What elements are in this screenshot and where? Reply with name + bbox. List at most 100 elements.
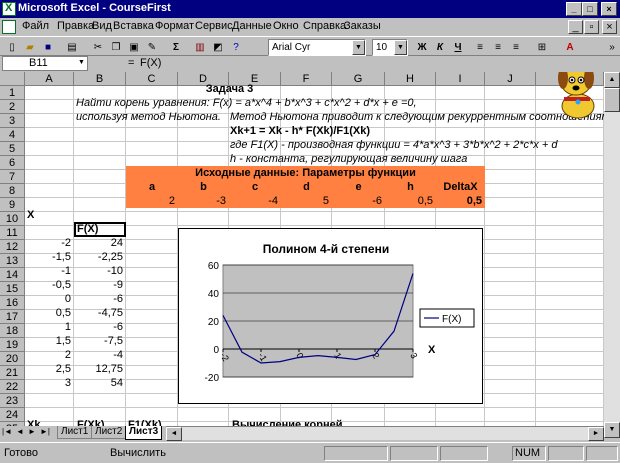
row-header[interactable]: 3 <box>0 114 25 128</box>
chart-area[interactable]: Полином 4-й степени 60 40 20 0 -20 -2 -1 0 1 2 3 F(X… <box>178 228 483 404</box>
row-header[interactable]: 8 <box>0 184 25 198</box>
autosum-button[interactable]: Σ <box>168 40 184 55</box>
row-header[interactable]: 5 <box>0 142 25 156</box>
param-value[interactable]: 5 <box>281 194 329 208</box>
row-header[interactable]: 23 <box>0 394 25 408</box>
maximize-button[interactable]: □ <box>582 2 598 16</box>
x-value-cell[interactable]: 3 <box>25 376 71 390</box>
column-header[interactable]: B <box>74 72 126 86</box>
close-button[interactable]: × <box>601 2 617 16</box>
x-value-cell[interactable]: 2,5 <box>25 362 71 376</box>
row-header[interactable]: 19 <box>0 338 25 352</box>
param-value[interactable]: 0,5 <box>436 194 482 208</box>
x-value-cell[interactable]: -1 <box>25 264 71 278</box>
drawing-icon[interactable]: ◩ <box>210 40 226 55</box>
column-header[interactable]: I <box>436 72 485 86</box>
x-value-cell[interactable]: 2 <box>25 348 71 362</box>
font-select[interactable]: Arial Cyr ▼ <box>268 39 366 56</box>
row-header[interactable]: 16 <box>0 296 25 310</box>
x-value-cell[interactable]: -1,5 <box>25 250 71 264</box>
column-header[interactable]: C <box>126 72 178 86</box>
bold-button[interactable]: Ж <box>414 40 430 55</box>
equals-sign[interactable]: = <box>128 57 134 69</box>
fx-value-cell[interactable]: 12,75 <box>74 362 123 376</box>
menu-orders[interactable]: Заказы <box>344 20 381 32</box>
menu-view[interactable]: Вид <box>92 20 112 32</box>
row-header[interactable]: 7 <box>0 170 25 184</box>
fx-value-cell[interactable]: -4,75 <box>74 306 123 320</box>
menu-help[interactable]: Справка <box>303 20 346 32</box>
new-icon[interactable]: ▯ <box>4 40 20 55</box>
row-header[interactable]: 24 <box>0 408 25 422</box>
fx-value-cell[interactable]: -7,5 <box>74 334 123 348</box>
fx-value-cell[interactable]: -2,25 <box>74 250 123 264</box>
param-value[interactable]: -3 <box>178 194 226 208</box>
fx-value-cell[interactable]: -9 <box>74 278 123 292</box>
horizontal-scrollbar[interactable]: ◄ ► <box>166 426 604 441</box>
align-center-icon[interactable]: ≡ <box>490 40 506 55</box>
prev-sheet-icon[interactable]: ◄ <box>16 427 24 436</box>
align-left-icon[interactable]: ≡ <box>472 40 488 55</box>
menu-format[interactable]: Формат <box>155 20 194 32</box>
print-icon[interactable]: ▤ <box>64 40 80 55</box>
excel-icon[interactable] <box>2 2 16 16</box>
scroll-down-button[interactable]: ▼ <box>604 422 620 438</box>
x-value-cell[interactable]: 1 <box>25 320 71 334</box>
tab-sheet1[interactable]: Лист1 <box>57 426 93 439</box>
menu-tools[interactable]: Сервис <box>195 20 233 32</box>
scroll-left-button[interactable]: ◄ <box>166 427 182 441</box>
italic-button[interactable]: К <box>432 40 448 55</box>
font-size-select[interactable]: 10 ▼ <box>372 39 408 56</box>
menu-insert[interactable]: Вставка <box>113 20 154 32</box>
scroll-right-button[interactable]: ► <box>588 427 604 441</box>
scroll-up-button[interactable]: ▲ <box>604 72 620 88</box>
column-header[interactable]: G <box>332 72 385 86</box>
x-value-cell[interactable]: -2 <box>25 236 71 250</box>
param-value[interactable]: -4 <box>229 194 278 208</box>
doc-close-button[interactable]: × <box>602 20 617 34</box>
fx-value-cell[interactable]: -6 <box>74 292 123 306</box>
fx-value-cell[interactable]: -10 <box>74 264 123 278</box>
row-header[interactable]: 15 <box>0 282 25 296</box>
borders-icon[interactable]: ⊞ <box>534 40 550 55</box>
more-icon[interactable]: » <box>604 40 620 55</box>
row-header[interactable]: 22 <box>0 380 25 394</box>
open-icon[interactable]: ▰ <box>22 40 38 55</box>
first-sheet-icon[interactable]: |◄ <box>2 427 12 436</box>
row-header[interactable]: 14 <box>0 268 25 282</box>
zoom-icon[interactable]: ? <box>228 40 244 55</box>
minimize-button[interactable]: _ <box>566 2 582 16</box>
chevron-down-icon[interactable]: ▼ <box>78 59 85 66</box>
font-color-icon[interactable]: A <box>562 40 578 55</box>
param-value[interactable]: 0,5 <box>385 194 433 208</box>
chart-wizard-icon[interactable]: ▥ <box>192 40 208 55</box>
vertical-scrollbar[interactable]: ▲ ▼ <box>604 72 620 438</box>
last-sheet-icon[interactable]: ►| <box>40 427 50 436</box>
fx-value-cell[interactable]: -6 <box>74 320 123 334</box>
tab-sheet2[interactable]: Лист2 <box>91 426 127 439</box>
paste-icon[interactable]: ▣ <box>126 40 142 55</box>
copy-icon[interactable]: ❐ <box>108 40 124 55</box>
menu-window[interactable]: Окно <box>273 20 299 32</box>
x-value-cell[interactable]: 1,5 <box>25 334 71 348</box>
workbook-icon[interactable] <box>2 20 16 34</box>
fx-value-cell[interactable]: 54 <box>74 376 123 390</box>
row-header[interactable]: 10 <box>0 212 25 226</box>
fx-value-cell[interactable]: 24 <box>74 236 123 250</box>
format-painter-icon[interactable]: ✎ <box>144 40 160 55</box>
row-header[interactable]: 11 <box>0 226 25 240</box>
menu-file[interactable]: Файл <box>22 20 49 32</box>
formula-content[interactable]: F(X) <box>140 57 161 69</box>
doc-restore-button[interactable]: ▫ <box>584 20 599 34</box>
row-header[interactable]: 9 <box>0 198 25 212</box>
row-header[interactable]: 18 <box>0 324 25 338</box>
fx-value-cell[interactable]: -4 <box>74 348 123 362</box>
cut-icon[interactable]: ✂ <box>90 40 106 55</box>
next-sheet-icon[interactable]: ► <box>28 427 36 436</box>
menu-data[interactable]: Данные <box>232 20 272 32</box>
x-value-cell[interactable]: -0,5 <box>25 278 71 292</box>
chevron-down-icon[interactable]: ▼ <box>352 40 365 55</box>
save-icon[interactable]: ■ <box>40 40 56 55</box>
name-box[interactable]: B11 <box>2 56 88 71</box>
column-header[interactable]: F <box>281 72 332 86</box>
